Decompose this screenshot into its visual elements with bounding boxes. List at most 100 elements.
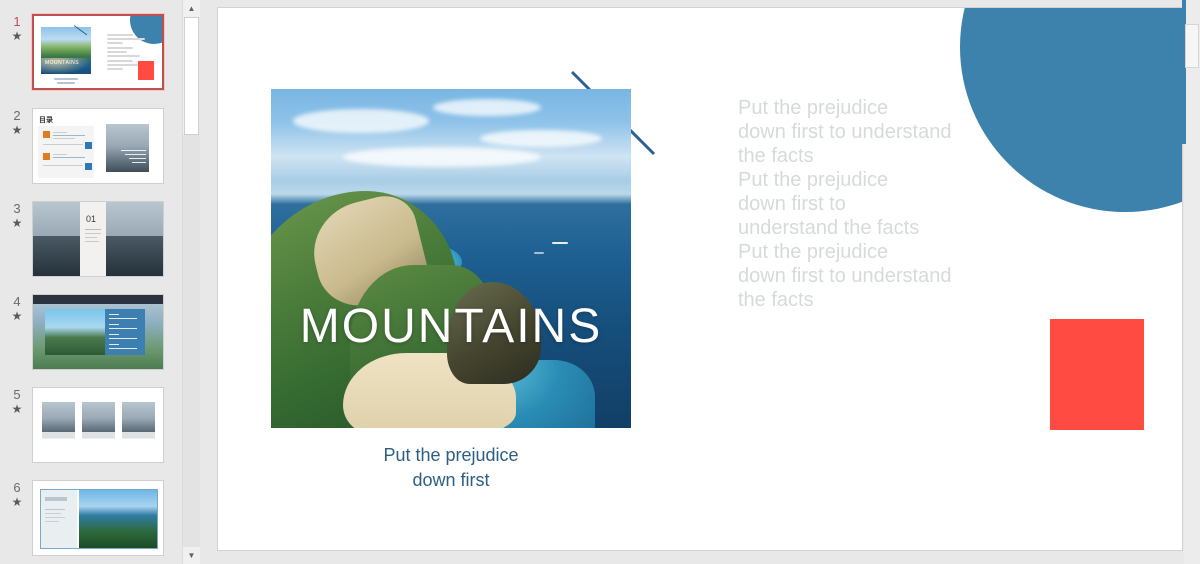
mini-slide-5: [33, 388, 163, 462]
mini-slide-2: 目录: [33, 109, 163, 183]
boat-wake: [551, 241, 568, 244]
mini-line: [53, 135, 85, 136]
workspace-vertical-scrollbar[interactable]: [1182, 0, 1200, 564]
slide-number-label: 5: [13, 387, 21, 402]
mini-line: [45, 521, 59, 522]
mini-photo: [41, 27, 91, 74]
slide-number-1: 1 ★: [4, 14, 30, 43]
mini-orange-chip: [43, 153, 50, 160]
mini-line: [109, 314, 119, 315]
mini-toc-heading: 目录: [39, 117, 53, 124]
body-line: down first to: [738, 193, 846, 215]
mini-gallery-caption: [82, 432, 115, 439]
mini-slide-1: MOUNTAINS: [34, 16, 162, 88]
mini-line: [132, 162, 146, 163]
boat-wake: [533, 251, 544, 254]
presentation-window: 1 ★ MOUNTAINS 2 ★ 目录 3 ★ 01 4 ★ 5 ★ 6 ★ …: [0, 0, 1200, 564]
mini-body-line: [107, 60, 133, 62]
mini-line: [43, 165, 83, 166]
slide-number-label: 6: [13, 480, 21, 495]
slide-thumbnail-6[interactable]: [32, 480, 164, 556]
animation-star-icon: ★: [11, 309, 23, 323]
mini-photo: [106, 124, 149, 172]
slide-body-text[interactable]: Put the prejudice down first to understa…: [738, 96, 1028, 312]
mini-body-line: [107, 34, 133, 36]
body-line: down first to understand: [738, 121, 952, 143]
mini-line: [109, 324, 119, 325]
scrollbar-track[interactable]: [183, 135, 200, 547]
body-line: the facts: [738, 145, 814, 167]
mini-line: [109, 344, 119, 345]
mini-gallery-caption: [122, 432, 155, 439]
mini-blue-chip: [85, 142, 92, 149]
mini-gallery-caption: [42, 432, 75, 439]
body-line: down first to understand: [738, 265, 952, 287]
mini-caption-2: [57, 82, 75, 84]
cloud-wisp: [292, 109, 430, 134]
mini-line: [129, 158, 146, 159]
animation-star-icon: ★: [11, 216, 23, 230]
slide-caption[interactable]: Put the prejudice down first: [271, 443, 631, 493]
mini-line: [121, 150, 146, 151]
scrollbar-thumb[interactable]: [1185, 24, 1199, 68]
mini-line: [53, 157, 85, 158]
slide-number-3: 3 ★: [4, 201, 30, 230]
scroll-up-arrow-icon[interactable]: ▲: [183, 0, 200, 17]
animation-star-icon: ★: [11, 402, 23, 416]
coastal-cliffs-photo[interactable]: [271, 89, 631, 428]
body-line: the facts: [738, 289, 814, 311]
mini-line: [45, 517, 65, 518]
slide-thumbnail-2[interactable]: 目录: [32, 108, 164, 184]
mini-line: [45, 513, 61, 514]
mini-orange-chip: [43, 131, 50, 138]
mini-line: [85, 229, 101, 230]
slide-thumbnail-1[interactable]: MOUNTAINS: [31, 13, 165, 91]
slide-thumbnail-5[interactable]: [32, 387, 164, 463]
slide-thumbnail-3[interactable]: 01: [32, 201, 164, 277]
mini-body-line: [107, 51, 127, 53]
mini-line: [109, 338, 137, 339]
mini-line: [53, 132, 67, 133]
mini-slide-6: [33, 481, 163, 555]
mini-line: [45, 497, 67, 501]
cloud-wisp: [433, 99, 541, 117]
scroll-down-arrow-icon[interactable]: ▼: [183, 547, 200, 564]
slide-number-label: 3: [13, 201, 21, 216]
mini-line: [109, 318, 137, 319]
animation-star-icon: ★: [11, 123, 23, 137]
caption-line-2: down first: [412, 470, 490, 490]
cloud-wisp: [343, 146, 541, 167]
body-line: understand the facts: [738, 217, 920, 239]
slide-title[interactable]: MOUNTAINS: [271, 299, 631, 354]
slide-stage: MOUNTAINS Put the prejudice down first P…: [200, 0, 1200, 564]
mini-line: [85, 237, 97, 238]
body-line: Put the prejudice: [738, 241, 889, 263]
slide-number-label: 1: [13, 14, 21, 29]
mini-title: MOUNTAINS: [45, 60, 80, 66]
active-slide-canvas[interactable]: MOUNTAINS Put the prejudice down first P…: [218, 8, 1182, 550]
mini-line: [85, 241, 99, 242]
thumbnail-scrollbar[interactable]: ▲ ▼: [182, 0, 200, 564]
slide-number-label: 2: [13, 108, 21, 123]
animation-star-icon: ★: [11, 29, 23, 43]
mini-line: [109, 348, 137, 349]
mini-line: [43, 144, 83, 145]
mini-top-band: [33, 295, 163, 304]
mini-line: [53, 138, 75, 139]
slide-thumbnail-panel[interactable]: 1 ★ MOUNTAINS 2 ★ 目录 3 ★ 01 4 ★ 5 ★ 6 ★: [0, 0, 182, 564]
mini-line: [45, 509, 65, 510]
mini-line: [109, 328, 137, 329]
mini-line: [53, 154, 67, 155]
scrollbar-thumb[interactable]: [184, 17, 199, 135]
mini-photo: [79, 490, 157, 548]
slide-number-6: 6 ★: [4, 480, 30, 509]
slide-number-2: 2 ★: [4, 108, 30, 137]
body-line: Put the prejudice: [738, 97, 889, 119]
mini-slide-3: 01: [33, 202, 163, 276]
mini-body-line: [107, 47, 133, 49]
slide-thumbnail-4[interactable]: [32, 294, 164, 370]
mini-line: [125, 154, 146, 155]
mini-line: [109, 334, 119, 335]
red-rectangle-decoration[interactable]: [1050, 319, 1144, 430]
slide-number-4: 4 ★: [4, 294, 30, 323]
